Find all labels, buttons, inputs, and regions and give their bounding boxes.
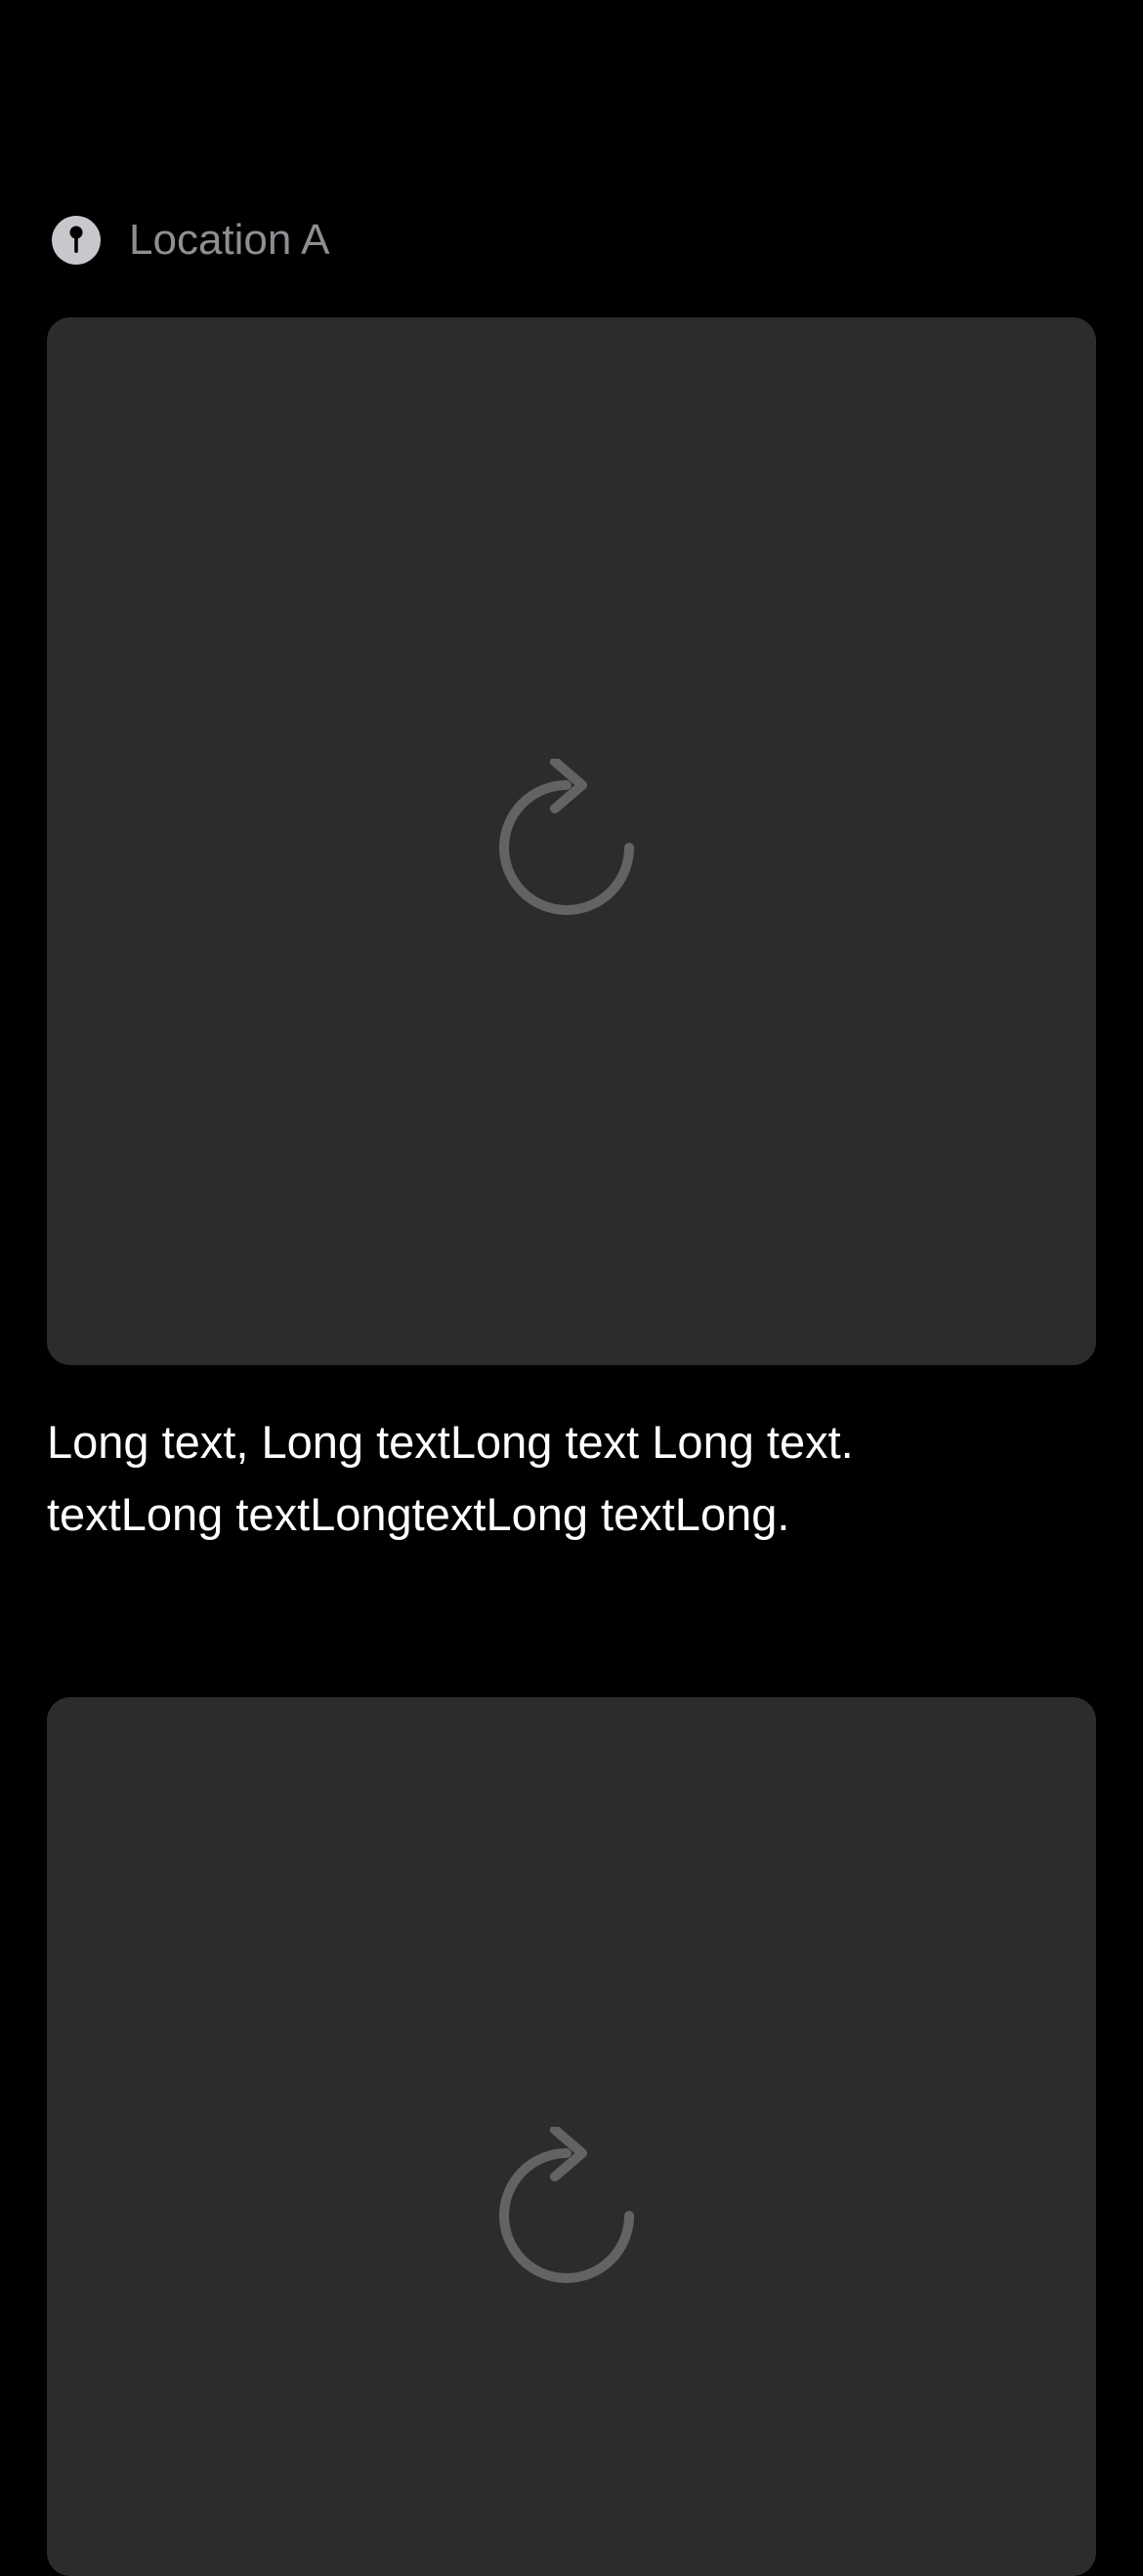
reload-icon[interactable] — [498, 758, 645, 925]
media-placeholder-2[interactable] — [47, 1697, 1096, 2576]
reload-icon[interactable] — [498, 2127, 645, 2293]
location-row[interactable]: Location A — [51, 215, 330, 266]
location-label: Location A — [129, 216, 330, 264]
media-placeholder-1[interactable] — [47, 317, 1096, 1365]
pin-icon — [51, 215, 102, 266]
post-caption: Long text, Long textLong text Long text.… — [47, 1416, 854, 1540]
